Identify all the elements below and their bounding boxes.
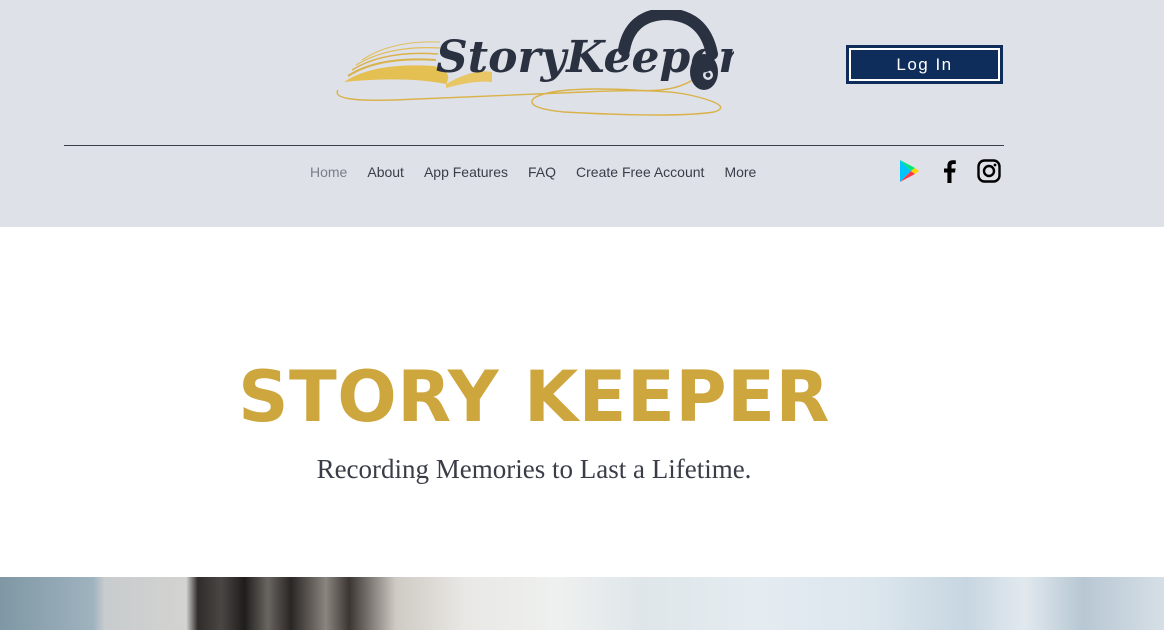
nav-item-about[interactable]: About xyxy=(367,164,404,180)
instagram-icon[interactable] xyxy=(976,158,1002,184)
hero-title: STORY KEEPER xyxy=(238,356,830,438)
nav-item-app-features[interactable]: App Features xyxy=(424,164,508,180)
login-button[interactable]: Log In xyxy=(846,45,1003,84)
storykeeper-logo[interactable]: StoryKeeper xyxy=(334,7,744,120)
main-nav: Home About App Features FAQ Create Free … xyxy=(300,160,766,184)
facebook-icon[interactable] xyxy=(936,158,962,184)
site-header: StoryKeeper Log In Home About App Featur… xyxy=(0,0,1164,227)
hero-photo-strip xyxy=(0,577,1164,630)
google-play-icon[interactable] xyxy=(896,158,922,184)
header-divider xyxy=(64,145,1004,146)
social-bar xyxy=(896,158,1016,184)
hero-subtitle: Recording Memories to Last a Lifetime. xyxy=(316,454,752,484)
nav-item-create-free-account[interactable]: Create Free Account xyxy=(576,164,704,180)
nav-item-more[interactable]: More xyxy=(724,164,756,180)
nav-item-faq[interactable]: FAQ xyxy=(528,164,556,180)
logo-wordmark: StoryKeeper xyxy=(436,32,734,83)
nav-item-home[interactable]: Home xyxy=(310,164,347,180)
